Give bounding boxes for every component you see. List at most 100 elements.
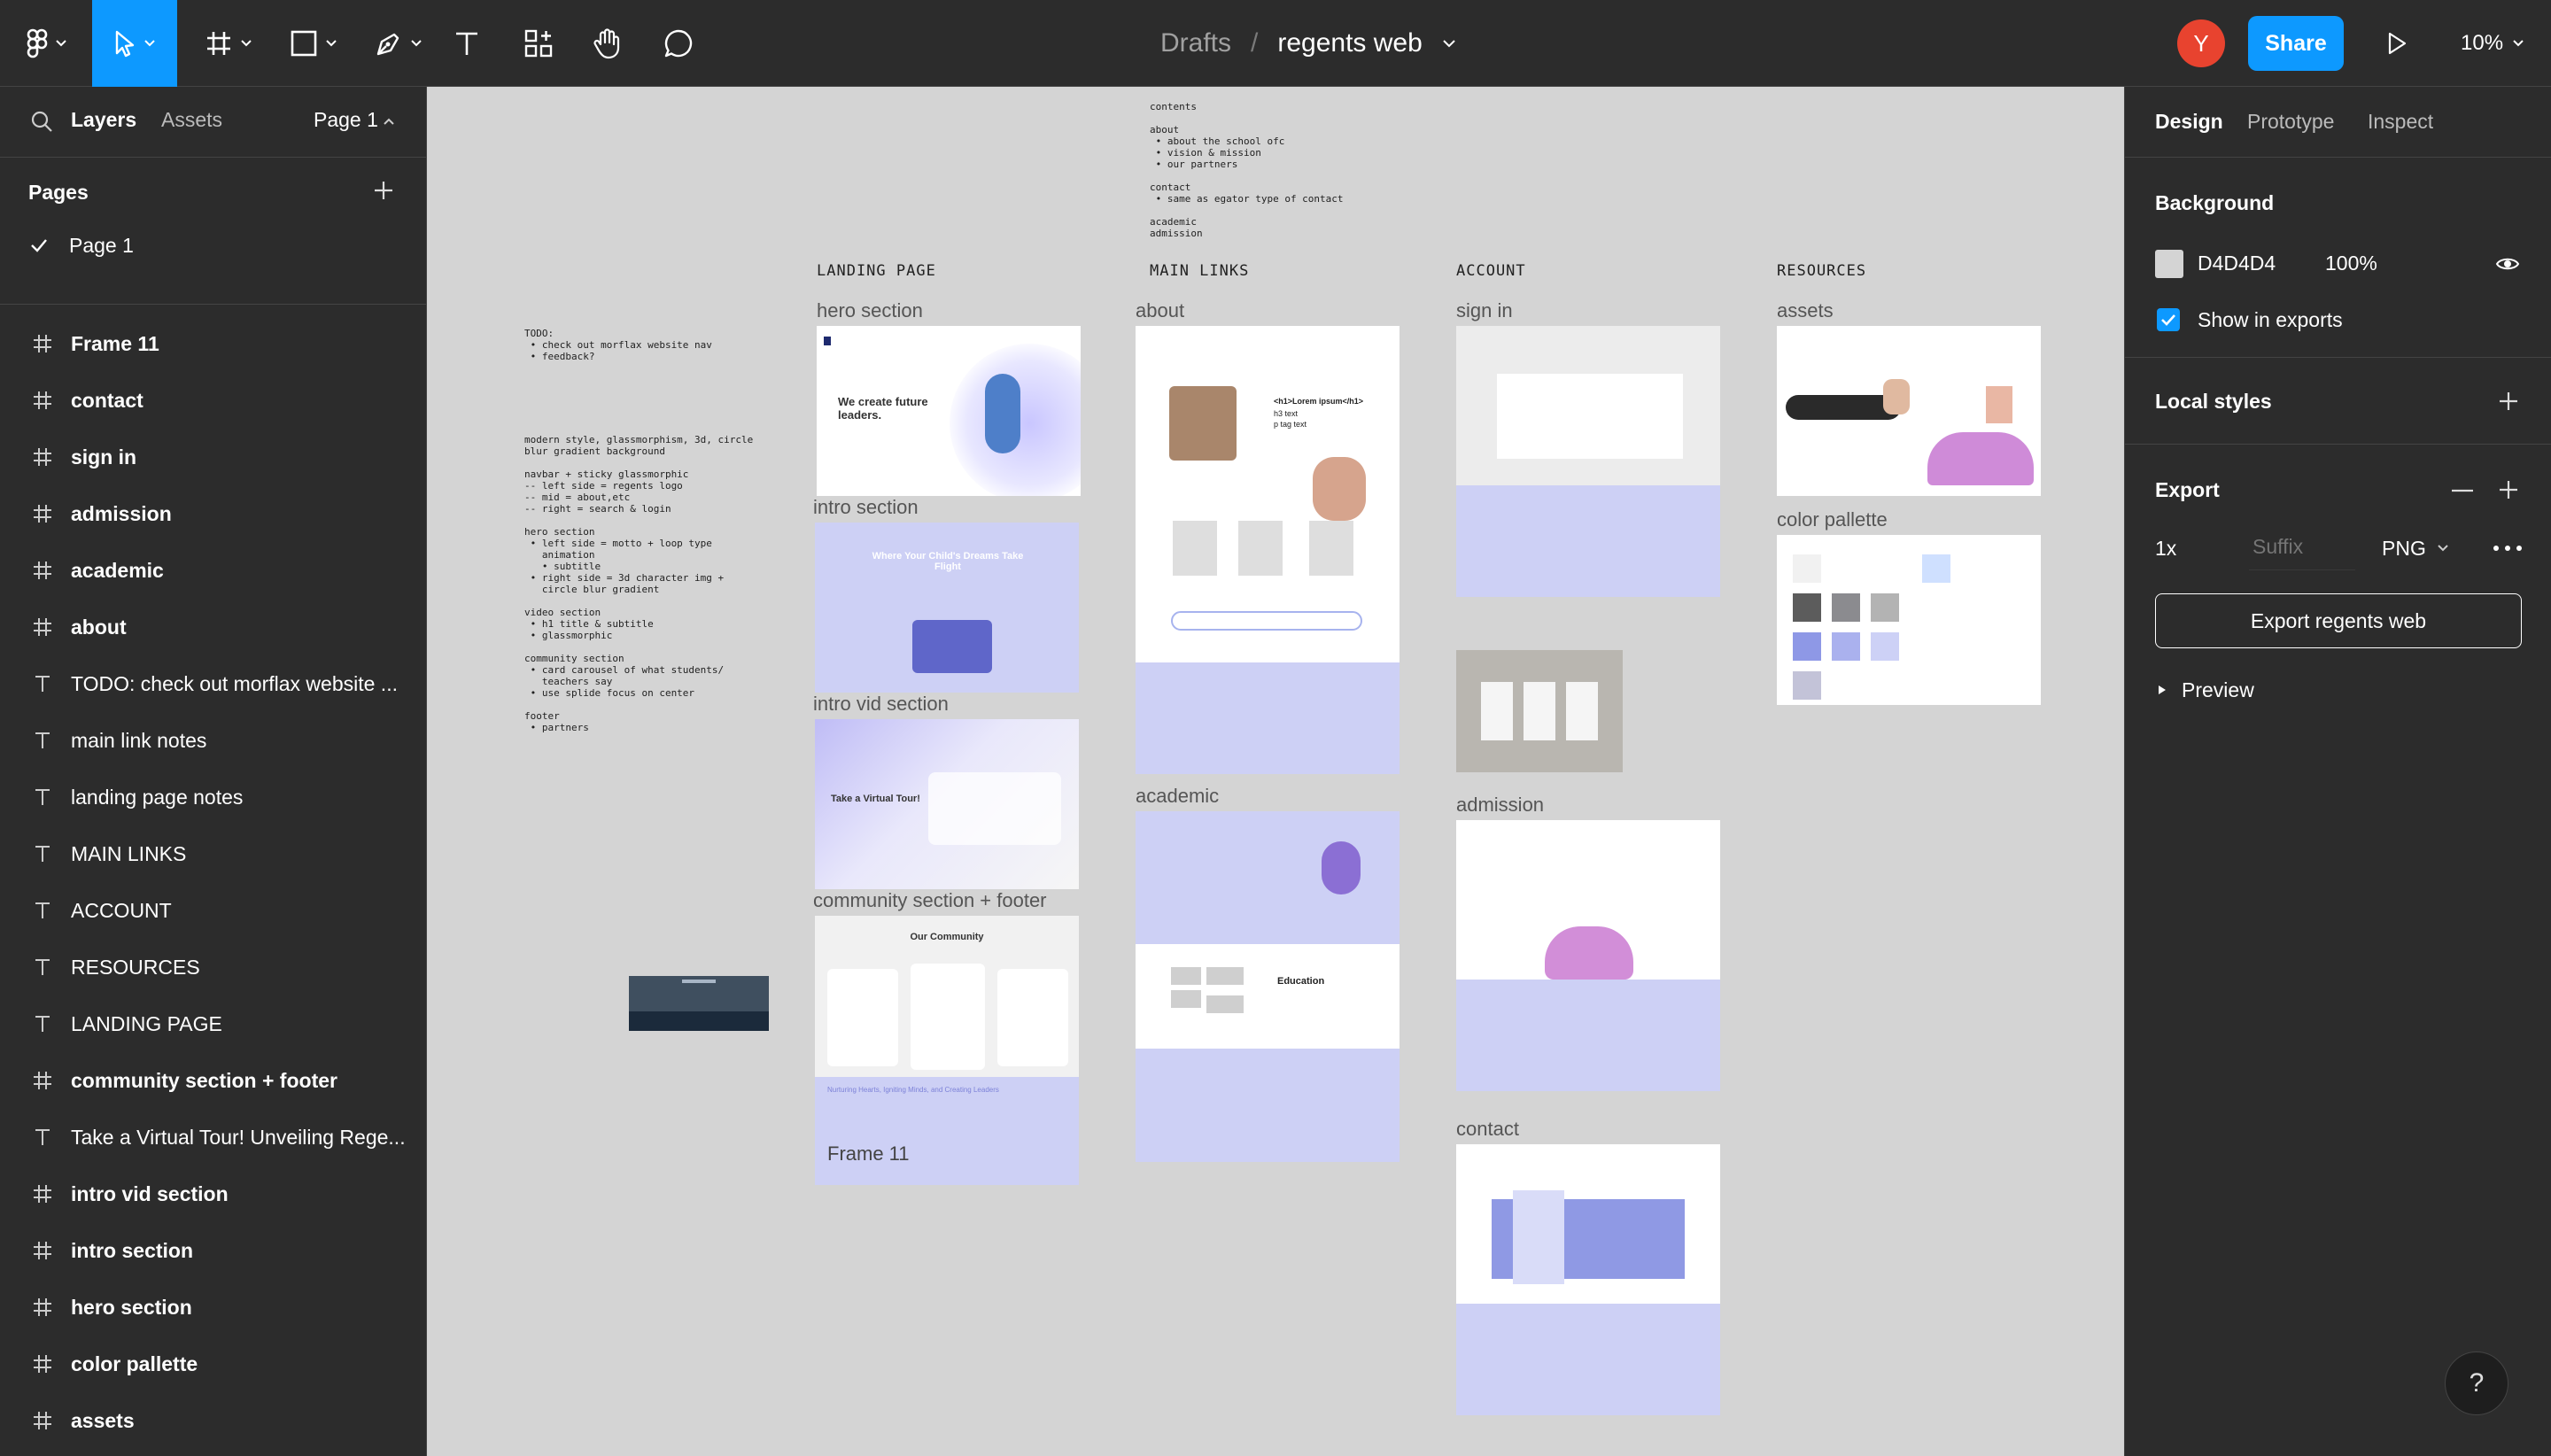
layer-item[interactable]: about — [0, 599, 426, 655]
background-opacity-input[interactable]: 100% — [2325, 252, 2377, 275]
resources-button[interactable] — [519, 0, 558, 87]
avatar[interactable]: Y — [2177, 19, 2225, 67]
layer-item[interactable]: color pallette — [0, 1336, 426, 1392]
sign-in-frame[interactable] — [1456, 326, 1720, 597]
color-pallette-frame[interactable] — [1777, 535, 2041, 705]
help-button[interactable]: ? — [2445, 1351, 2508, 1415]
layer-item[interactable]: Frame 11 — [0, 315, 426, 372]
frame-label-hero[interactable]: hero section — [817, 299, 923, 322]
assets-frame[interactable] — [1777, 326, 2041, 496]
frame-label-sign-in[interactable]: sign in — [1456, 299, 1513, 322]
layer-item[interactable]: landing page notes — [0, 769, 426, 825]
chevron-up-icon[interactable] — [383, 117, 395, 126]
layer-item[interactable]: RESOURCES — [0, 939, 426, 995]
shape-tool-button[interactable] — [280, 0, 347, 87]
layer-item[interactable]: TODO: check out morflax website ... — [0, 655, 426, 712]
intro-vid-section-frame[interactable]: Take a Virtual Tour! — [815, 719, 1079, 889]
layer-item[interactable]: sign in — [0, 429, 426, 485]
color-swatch[interactable] — [1871, 632, 1899, 661]
hero-section-frame[interactable]: We create future leaders. — [817, 326, 1081, 496]
layer-item[interactable]: ACCOUNT — [0, 882, 426, 939]
search-icon[interactable] — [30, 110, 53, 133]
contact-frame[interactable] — [1456, 1144, 1720, 1415]
color-swatch[interactable] — [1793, 554, 1821, 583]
page-item-page-1[interactable]: Page 1 — [69, 234, 134, 258]
page-selector[interactable]: Page 1 — [314, 108, 378, 132]
color-swatch[interactable] — [1793, 671, 1821, 700]
move-tool-button[interactable] — [92, 0, 177, 87]
frame-label-academic[interactable]: academic — [1136, 785, 1219, 808]
admission-frame[interactable] — [1456, 820, 1720, 1091]
layer-item[interactable]: MAIN LINKS — [0, 825, 426, 882]
chevron-down-icon[interactable] — [1442, 39, 1456, 48]
text-tool-button[interactable] — [448, 0, 485, 87]
tab-layers[interactable]: Layers — [71, 108, 136, 132]
show-in-exports-checkbox[interactable] — [2157, 308, 2180, 331]
group-label-main-links[interactable]: MAIN LINKS — [1150, 262, 1249, 280]
layer-item[interactable]: community section + footer — [0, 1052, 426, 1109]
hand-tool-button[interactable] — [588, 0, 627, 87]
landing-page-notes[interactable]: modern style, glassmorphism, 3d, circle … — [524, 434, 753, 733]
present-button[interactable] — [2379, 0, 2415, 87]
academic-frame[interactable]: Education — [1136, 811, 1400, 1162]
frame-tool-button[interactable] — [195, 0, 262, 87]
frame-label-color-pallette[interactable]: color pallette — [1777, 508, 1888, 531]
more-icon[interactable] — [2493, 546, 2522, 551]
add-page-icon[interactable] — [372, 179, 395, 202]
tab-prototype[interactable]: Prototype — [2247, 110, 2334, 134]
file-name[interactable]: regents web — [1277, 28, 1422, 58]
tab-design[interactable]: Design — [2155, 110, 2223, 134]
share-button[interactable]: Share — [2248, 16, 2344, 71]
pen-tool-button[interactable] — [365, 0, 432, 87]
color-swatch[interactable] — [1832, 632, 1860, 661]
canvas[interactable]: TODO: • check out morflax website nav • … — [427, 87, 2124, 1456]
breadcrumb-drafts[interactable]: Drafts — [1160, 28, 1231, 58]
preview-toggle[interactable]: Preview — [2182, 678, 2254, 702]
layer-item[interactable]: assets — [0, 1392, 426, 1449]
group-label-account[interactable]: ACCOUNT — [1456, 262, 1526, 280]
color-swatch[interactable] — [1832, 593, 1860, 622]
intro-section-frame[interactable]: Where Your Child's Dreams Take Flight — [815, 523, 1079, 693]
export-suffix-input[interactable] — [2249, 524, 2355, 570]
main-menu-button[interactable] — [19, 0, 74, 87]
export-format-select[interactable]: PNG — [2382, 537, 2426, 561]
frame-label-community[interactable]: community section + footer — [813, 889, 1047, 912]
triangle-right-icon[interactable] — [2157, 684, 2167, 696]
tab-inspect[interactable]: Inspect — [2368, 110, 2433, 134]
export-button[interactable]: Export regents web — [2155, 593, 2522, 648]
photo-thumbnail[interactable] — [1456, 650, 1623, 772]
layer-item[interactable]: admission — [0, 485, 426, 542]
color-swatch[interactable] — [1793, 593, 1821, 622]
layer-item[interactable]: Take a Virtual Tour! Unveiling Rege... — [0, 1109, 426, 1166]
frame-label-assets[interactable]: assets — [1777, 299, 1834, 322]
layer-item[interactable]: main link notes — [0, 712, 426, 769]
about-frame[interactable]: <h1>Lorem ipsum</h1> h3 text p tag text — [1136, 326, 1400, 774]
color-swatch[interactable] — [1922, 554, 1950, 583]
background-color-swatch[interactable] — [2155, 250, 2183, 278]
layer-item[interactable]: intro vid section — [0, 1166, 426, 1222]
layer-item[interactable]: hero section — [0, 1279, 426, 1336]
background-hex-input[interactable]: D4D4D4 — [2198, 252, 2276, 275]
dark-thumbnail[interactable] — [629, 976, 769, 1031]
comment-tool-button[interactable] — [659, 0, 698, 87]
main-link-notes[interactable]: contents about • about the school ofc • … — [1150, 101, 1344, 239]
export-scale-select[interactable]: 1x — [2155, 537, 2176, 561]
layer-item[interactable]: academic — [0, 542, 426, 599]
frame-label-frame-11[interactable]: Frame 11 — [827, 1142, 910, 1166]
add-export-icon[interactable] — [2497, 478, 2520, 501]
todo-note[interactable]: TODO: • check out morflax website nav • … — [524, 328, 712, 362]
frame-label-admission[interactable]: admission — [1456, 794, 1544, 817]
layer-item[interactable]: intro section — [0, 1222, 426, 1279]
frame-label-about[interactable]: about — [1136, 299, 1184, 322]
group-label-landing-page[interactable]: LANDING PAGE — [817, 262, 936, 280]
minus-icon[interactable] — [2451, 489, 2474, 492]
tab-assets[interactable]: Assets — [161, 108, 222, 132]
frame-label-intro[interactable]: intro section — [813, 496, 919, 519]
add-style-icon[interactable] — [2497, 390, 2520, 413]
group-label-resources[interactable]: RESOURCES — [1777, 262, 1866, 280]
color-swatch[interactable] — [1793, 632, 1821, 661]
eye-icon[interactable] — [2495, 255, 2520, 273]
frame-label-contact[interactable]: contact — [1456, 1118, 1519, 1141]
layer-item[interactable]: LANDING PAGE — [0, 995, 426, 1052]
frame-label-intro-vid[interactable]: intro vid section — [813, 693, 949, 716]
